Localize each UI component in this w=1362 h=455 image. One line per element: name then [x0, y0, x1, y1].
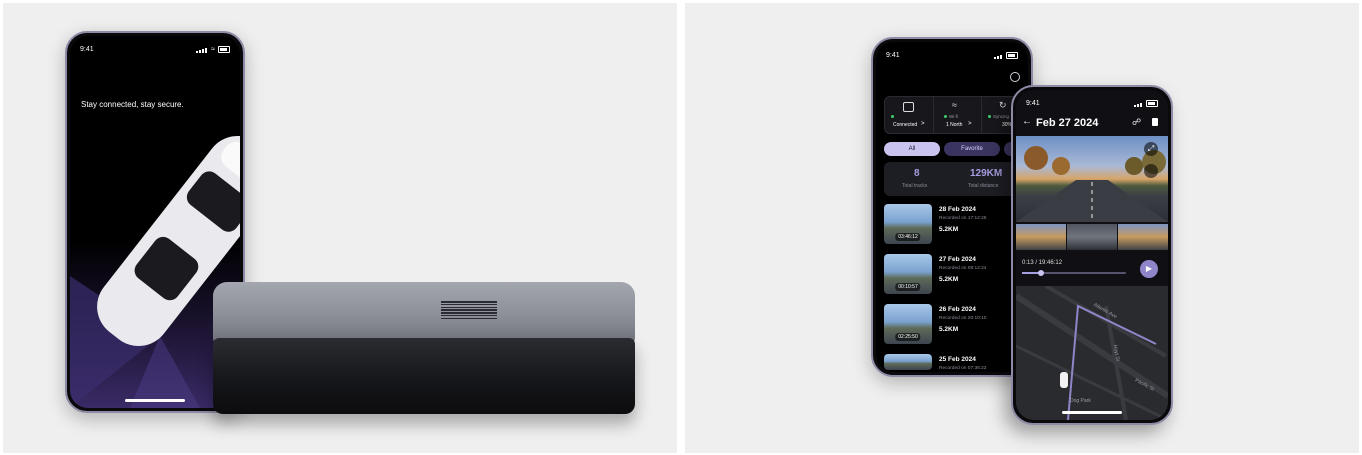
status-time: 9:41 — [886, 51, 900, 59]
status-dot-connected — [891, 115, 894, 118]
share-icon[interactable]: ☍ — [1132, 117, 1141, 128]
layout-toggle-icon[interactable] — [1144, 164, 1158, 178]
fullscreen-icon[interactable]: ⤢ — [1144, 142, 1158, 156]
camera-thumb-left[interactable] — [1016, 224, 1066, 250]
stat-total-tracks-label: Total tracks — [902, 183, 928, 189]
track-duration: 02:25:50 — [895, 333, 921, 341]
track-distance: 5.2KM — [939, 226, 959, 233]
dashcam-device-body — [213, 338, 635, 414]
home-indicator — [125, 399, 185, 402]
signal-icon — [1134, 100, 1143, 107]
wifi-icon: ≈ — [952, 100, 957, 110]
track-date: 25 Feb 2024 — [939, 356, 976, 363]
track-thumbnail: 02:25:50 — [884, 304, 932, 344]
status-sync-label: Syncing — [993, 114, 1010, 119]
trash-icon[interactable] — [1152, 118, 1158, 126]
track-duration: 03:46:12 — [895, 233, 921, 241]
status-icons — [994, 51, 1018, 59]
front-phone: 9:41 ← Feb 27 2024 ☍ ⤢ 0:13 / 19:46:12 ▶… — [1011, 85, 1173, 425]
battery-icon — [1006, 51, 1018, 59]
route-map[interactable]: Atlantic Ave Hoyt St Pacific St Dog Park — [1016, 286, 1168, 420]
status-card-row: Connected > ≈ Wi-fi 1 North > ↻ Syncing … — [884, 96, 1028, 134]
status-card-connection[interactable]: Connected > — [885, 97, 931, 133]
status-dot-sync — [988, 115, 991, 118]
track-thumbnail: 03:46:12 — [884, 204, 932, 244]
stats-card: 8 Total tracks 129KM Total distance — [884, 162, 1028, 196]
track-date: 27 Feb 2024 — [939, 256, 976, 263]
status-wifi-network: 1 North — [946, 122, 963, 128]
page-title: Feb 27 2024 — [1036, 117, 1099, 129]
video-player[interactable]: ⤢ — [1016, 136, 1168, 222]
track-duration: 00:10:57 — [895, 283, 921, 291]
status-card-wifi[interactable]: ≈ Wi-fi 1 North > — [933, 97, 980, 133]
back-arrow-icon[interactable]: ← — [1022, 116, 1032, 127]
track-distance: 5.2KM — [939, 276, 959, 283]
track-recorded: Recorded on 20:10:10 — [939, 316, 987, 321]
filter-favorite-tab[interactable]: Favorite — [944, 142, 1000, 156]
status-bar: 9:41 — [886, 50, 1018, 60]
stat-total-distance-value: 129KM — [970, 168, 1003, 179]
camera-thumb-center[interactable] — [1067, 224, 1117, 250]
map-label-dog-park: Dog Park — [1070, 398, 1091, 404]
track-list-item[interactable]: 25 Feb 2024 Recorded on 07:36:22 — [884, 354, 1024, 372]
playback-knob[interactable] — [1037, 270, 1044, 276]
track-list-item[interactable]: 03:46:12 28 Feb 2024 Recorded on 17:12:2… — [884, 204, 1024, 248]
stat-total-distance-label: Total distance — [968, 183, 999, 189]
playback-scrubber[interactable] — [1022, 270, 1126, 276]
home-indicator — [1062, 411, 1122, 414]
track-date: 26 Feb 2024 — [939, 306, 976, 313]
status-bar: 9:41 — [1026, 98, 1158, 108]
track-recorded: Recorded on 07:36:22 — [939, 366, 987, 371]
status-icons — [1134, 99, 1158, 107]
settings-gear-icon[interactable] — [1010, 72, 1020, 82]
dashcam-device-top — [213, 282, 635, 344]
track-thumbnail — [884, 354, 932, 370]
front-phone-screen: 9:41 ← Feb 27 2024 ☍ ⤢ 0:13 / 19:46:12 ▶… — [1016, 90, 1168, 420]
hero-panel-left: 9:41 ≈ Stay connected, stay secure. — [3, 3, 677, 453]
status-connected-label: Connected — [893, 122, 918, 128]
status-dot-wifi — [944, 115, 947, 118]
filter-all-tab[interactable]: All — [884, 142, 940, 156]
car-marker-icon — [1060, 372, 1068, 388]
battery-icon — [1146, 99, 1158, 107]
playback-time: 0:13 / 19:46:12 — [1022, 260, 1063, 266]
device-vent — [441, 301, 497, 319]
status-time: 9:41 — [1026, 99, 1040, 107]
track-list-item[interactable]: 02:25:50 26 Feb 2024 Recorded on 20:10:1… — [884, 304, 1024, 348]
track-recorded: Recorded on 08:12:24 — [939, 266, 987, 271]
play-button[interactable]: ▶ — [1140, 260, 1158, 278]
back-phone: 9:41 Connected > ≈ Wi-fi 1 North > ↻ Syn… — [871, 37, 1033, 377]
signal-icon — [994, 52, 1003, 59]
stat-total-tracks-value: 8 — [914, 168, 920, 179]
sync-icon: ↻ — [999, 100, 1007, 110]
chevron-right-icon: > — [921, 121, 925, 127]
back-phone-screen: 9:41 Connected > ≈ Wi-fi 1 North > ↻ Syn… — [876, 42, 1028, 372]
track-thumbnail: 00:10:57 — [884, 254, 932, 294]
chevron-right-icon: > — [968, 121, 972, 127]
track-recorded: Recorded on 17:12:25 — [939, 216, 987, 221]
track-distance: 5.2KM — [939, 326, 959, 333]
status-wifi-label: Wi-fi — [949, 114, 958, 119]
dashcam-icon — [903, 102, 914, 112]
track-list-item[interactable]: 00:10:57 27 Feb 2024 Recorded on 08:12:2… — [884, 254, 1024, 298]
camera-thumb-right[interactable] — [1118, 224, 1168, 250]
hero-panel-right: 9:41 Connected > ≈ Wi-fi 1 North > ↻ Syn… — [685, 3, 1359, 453]
track-date: 28 Feb 2024 — [939, 206, 976, 213]
